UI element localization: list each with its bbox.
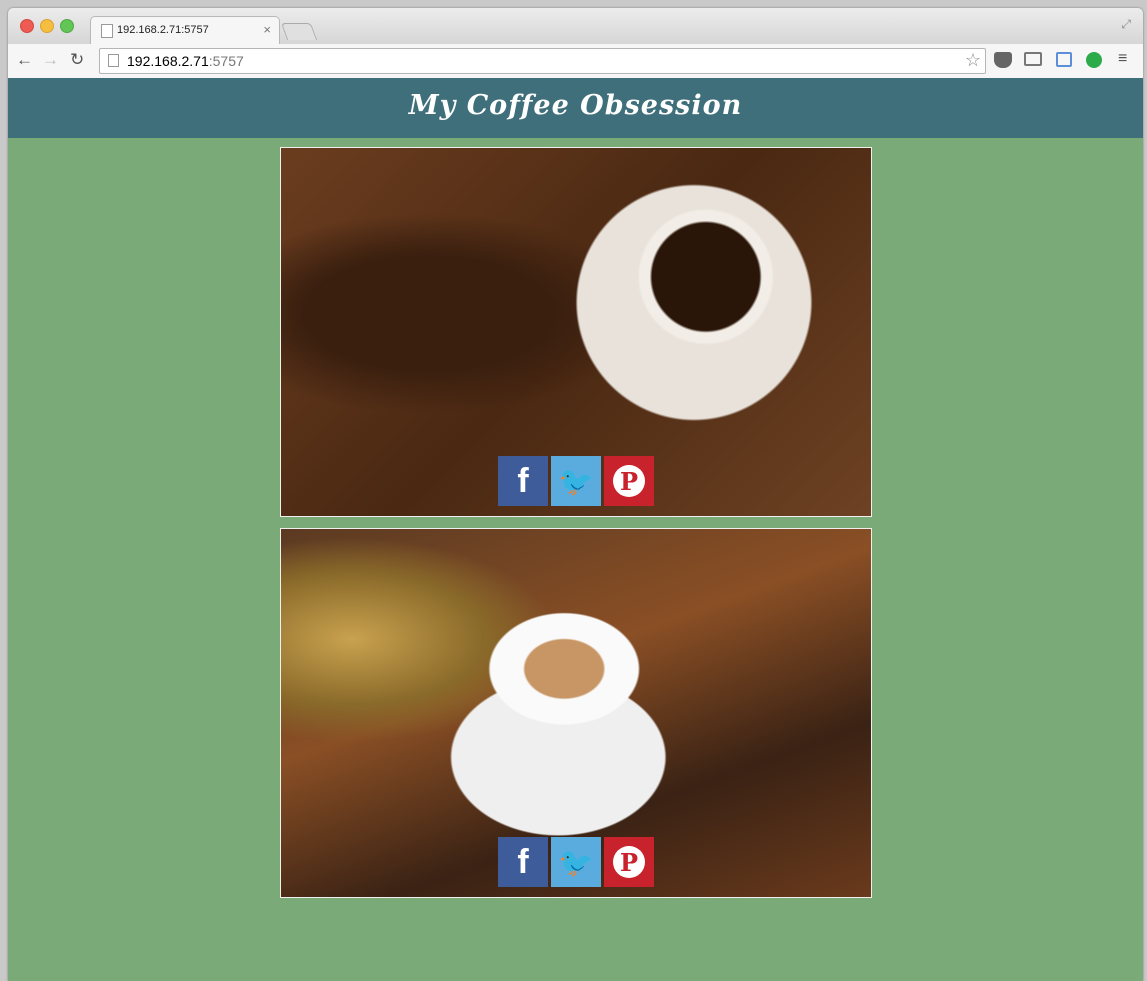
pinterest-share-button[interactable]: P bbox=[604, 456, 654, 506]
facebook-icon: f bbox=[517, 461, 529, 500]
pinterest-icon: P bbox=[613, 846, 645, 878]
new-tab-button[interactable] bbox=[280, 23, 318, 40]
social-share-buttons: f 🐦 P bbox=[498, 456, 654, 506]
page-icon bbox=[108, 54, 119, 67]
close-window-button[interactable] bbox=[20, 19, 34, 33]
pinterest-icon: P bbox=[613, 465, 645, 497]
pocket-icon[interactable] bbox=[994, 52, 1012, 68]
calendar-extension-icon[interactable] bbox=[1056, 52, 1072, 67]
reload-button[interactable]: ↻ bbox=[70, 50, 84, 70]
twitter-icon: 🐦 bbox=[558, 465, 594, 497]
twitter-share-button[interactable]: 🐦 bbox=[551, 456, 601, 506]
back-button[interactable]: ← bbox=[16, 50, 33, 70]
minimize-window-button[interactable] bbox=[40, 19, 54, 33]
social-share-buttons: f 🐦 P bbox=[498, 837, 654, 887]
coffee-beans-heart-cup-image: f 🐦 P bbox=[280, 147, 872, 517]
browser-toolbar: ← → ↻ 192.168.2.71:5757 ☆ ≡ bbox=[8, 44, 1143, 79]
url-host: 192.168.2.71 bbox=[127, 53, 209, 69]
page-icon bbox=[101, 24, 113, 38]
forward-button[interactable]: → bbox=[42, 50, 59, 70]
title-bar: 192.168.2.71:5757 × ⤢ bbox=[8, 8, 1143, 45]
zoom-window-button[interactable] bbox=[60, 19, 74, 33]
cast-icon[interactable] bbox=[1024, 52, 1042, 66]
extension-icon[interactable] bbox=[1086, 52, 1102, 68]
page-header: My Coffee Obsession bbox=[8, 78, 1143, 138]
address-bar[interactable]: 192.168.2.71:5757 ☆ bbox=[99, 48, 986, 74]
url-text: 192.168.2.71:5757 bbox=[127, 53, 244, 69]
fullscreen-icon[interactable]: ⤢ bbox=[1121, 17, 1131, 32]
menu-icon[interactable]: ≡ bbox=[1118, 50, 1127, 68]
tab-title: 192.168.2.71:5757 bbox=[117, 24, 209, 36]
browser-window: 192.168.2.71:5757 × ⤢ ← → ↻ 192.168.2.71… bbox=[8, 8, 1143, 981]
twitter-icon: 🐦 bbox=[558, 846, 594, 878]
pinterest-share-button[interactable]: P bbox=[604, 837, 654, 887]
page-title: My Coffee Obsession bbox=[408, 90, 743, 121]
latte-art-vintage-table-image: f 🐦 P bbox=[280, 528, 872, 898]
bookmark-star-icon[interactable]: ☆ bbox=[965, 50, 981, 71]
facebook-share-button[interactable]: f bbox=[498, 837, 548, 887]
url-port: :5757 bbox=[208, 53, 244, 69]
facebook-icon: f bbox=[517, 842, 529, 881]
browser-tab[interactable]: 192.168.2.71:5757 × bbox=[90, 16, 280, 45]
tab-close-icon[interactable]: × bbox=[263, 22, 271, 37]
twitter-share-button[interactable]: 🐦 bbox=[551, 837, 601, 887]
facebook-share-button[interactable]: f bbox=[498, 456, 548, 506]
